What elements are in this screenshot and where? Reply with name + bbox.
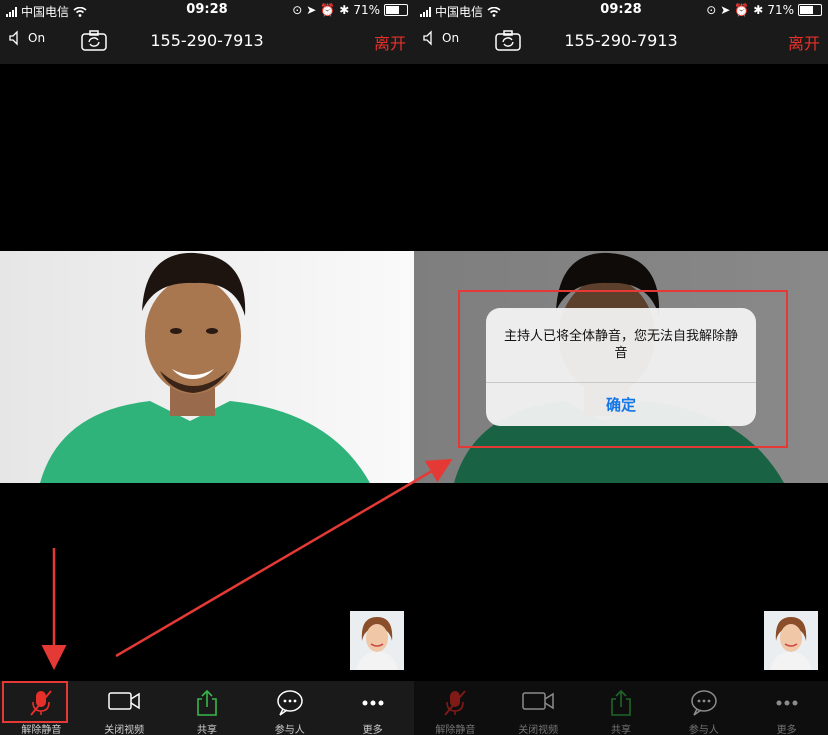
more-label: 更多 [362, 725, 383, 735]
video-camera-icon [522, 692, 554, 710]
battery-icon [798, 4, 822, 16]
meeting-number: 155-290-7913 [564, 31, 678, 50]
meeting-number: 155-290-7913 [150, 31, 264, 50]
stop-video-label: 关闭视频 [104, 725, 145, 735]
stop-video-button[interactable]: 关闭视频 [497, 681, 580, 735]
status-bar: 中国电信 09:28 ⊙ ➤ ⏰ ✱ 71% [0, 0, 414, 20]
more-label: 更多 [776, 725, 797, 735]
battery-icon [384, 4, 408, 16]
stop-video-button[interactable]: 关闭视频 [83, 681, 166, 735]
stop-video-label: 关闭视频 [518, 725, 559, 735]
more-button[interactable]: 更多 [331, 681, 414, 735]
video-camera-icon [108, 692, 140, 710]
alarm-icon: ⏰ [734, 3, 750, 17]
battery-percent: 71% [767, 3, 794, 17]
location-icon: ➤ [720, 3, 731, 17]
share-label: 共享 [610, 725, 631, 735]
share-button[interactable]: 共享 [580, 681, 663, 735]
participants-label: 参与人 [688, 725, 719, 735]
battery-percent: 71% [353, 3, 380, 17]
unmute-button[interactable]: 解除静音 [414, 681, 497, 735]
bluetooth-icon: ✱ [339, 3, 350, 17]
status-bar: 中国电信 09:28 ⊙ ➤ ⏰ ✱ 71% [414, 0, 828, 20]
meeting-screen-left: 中国电信 09:28 ⊙ ➤ ⏰ ✱ 71% On 155-290-7913 离… [0, 0, 414, 735]
participants-icon [691, 690, 717, 716]
more-icon [776, 700, 798, 706]
main-video [0, 251, 414, 483]
bluetooth-icon: ✱ [753, 3, 764, 17]
participants-label: 参与人 [274, 725, 305, 735]
more-icon [362, 700, 384, 706]
alert-highlight-box [458, 290, 788, 448]
participants-button[interactable]: 参与人 [248, 681, 331, 735]
alarm-icon: ⏰ [320, 3, 336, 17]
participants-icon [277, 690, 303, 716]
rotation-lock-icon: ⊙ [706, 3, 717, 17]
meeting-screen-right: 中国电信 09:28 ⊙ ➤ ⏰ ✱ 71% On 155-290-7913 离… [414, 0, 828, 735]
unmute-highlight-box [2, 681, 68, 723]
share-label: 共享 [196, 725, 217, 735]
rotation-lock-icon: ⊙ [292, 3, 303, 17]
leave-button[interactable]: 离开 [788, 30, 820, 54]
unmute-label: 解除静音 [435, 725, 476, 735]
meeting-top-bar: On 155-290-7913 离开 [0, 20, 414, 64]
location-icon: ➤ [306, 3, 317, 17]
meeting-top-bar: On 155-290-7913 离开 [414, 20, 828, 64]
unmute-label: 解除静音 [21, 725, 62, 735]
self-video-thumbnail[interactable] [350, 611, 404, 670]
mic-muted-icon [444, 690, 467, 716]
self-video-thumbnail[interactable] [764, 611, 818, 670]
more-button[interactable]: 更多 [745, 681, 828, 735]
share-icon [197, 689, 217, 716]
share-icon [611, 689, 631, 716]
leave-button[interactable]: 离开 [374, 30, 406, 54]
meeting-toolbar: 解除静音 关闭视频 共享 参与人 更多 [414, 681, 828, 735]
share-button[interactable]: 共享 [166, 681, 249, 735]
participants-button[interactable]: 参与人 [662, 681, 745, 735]
